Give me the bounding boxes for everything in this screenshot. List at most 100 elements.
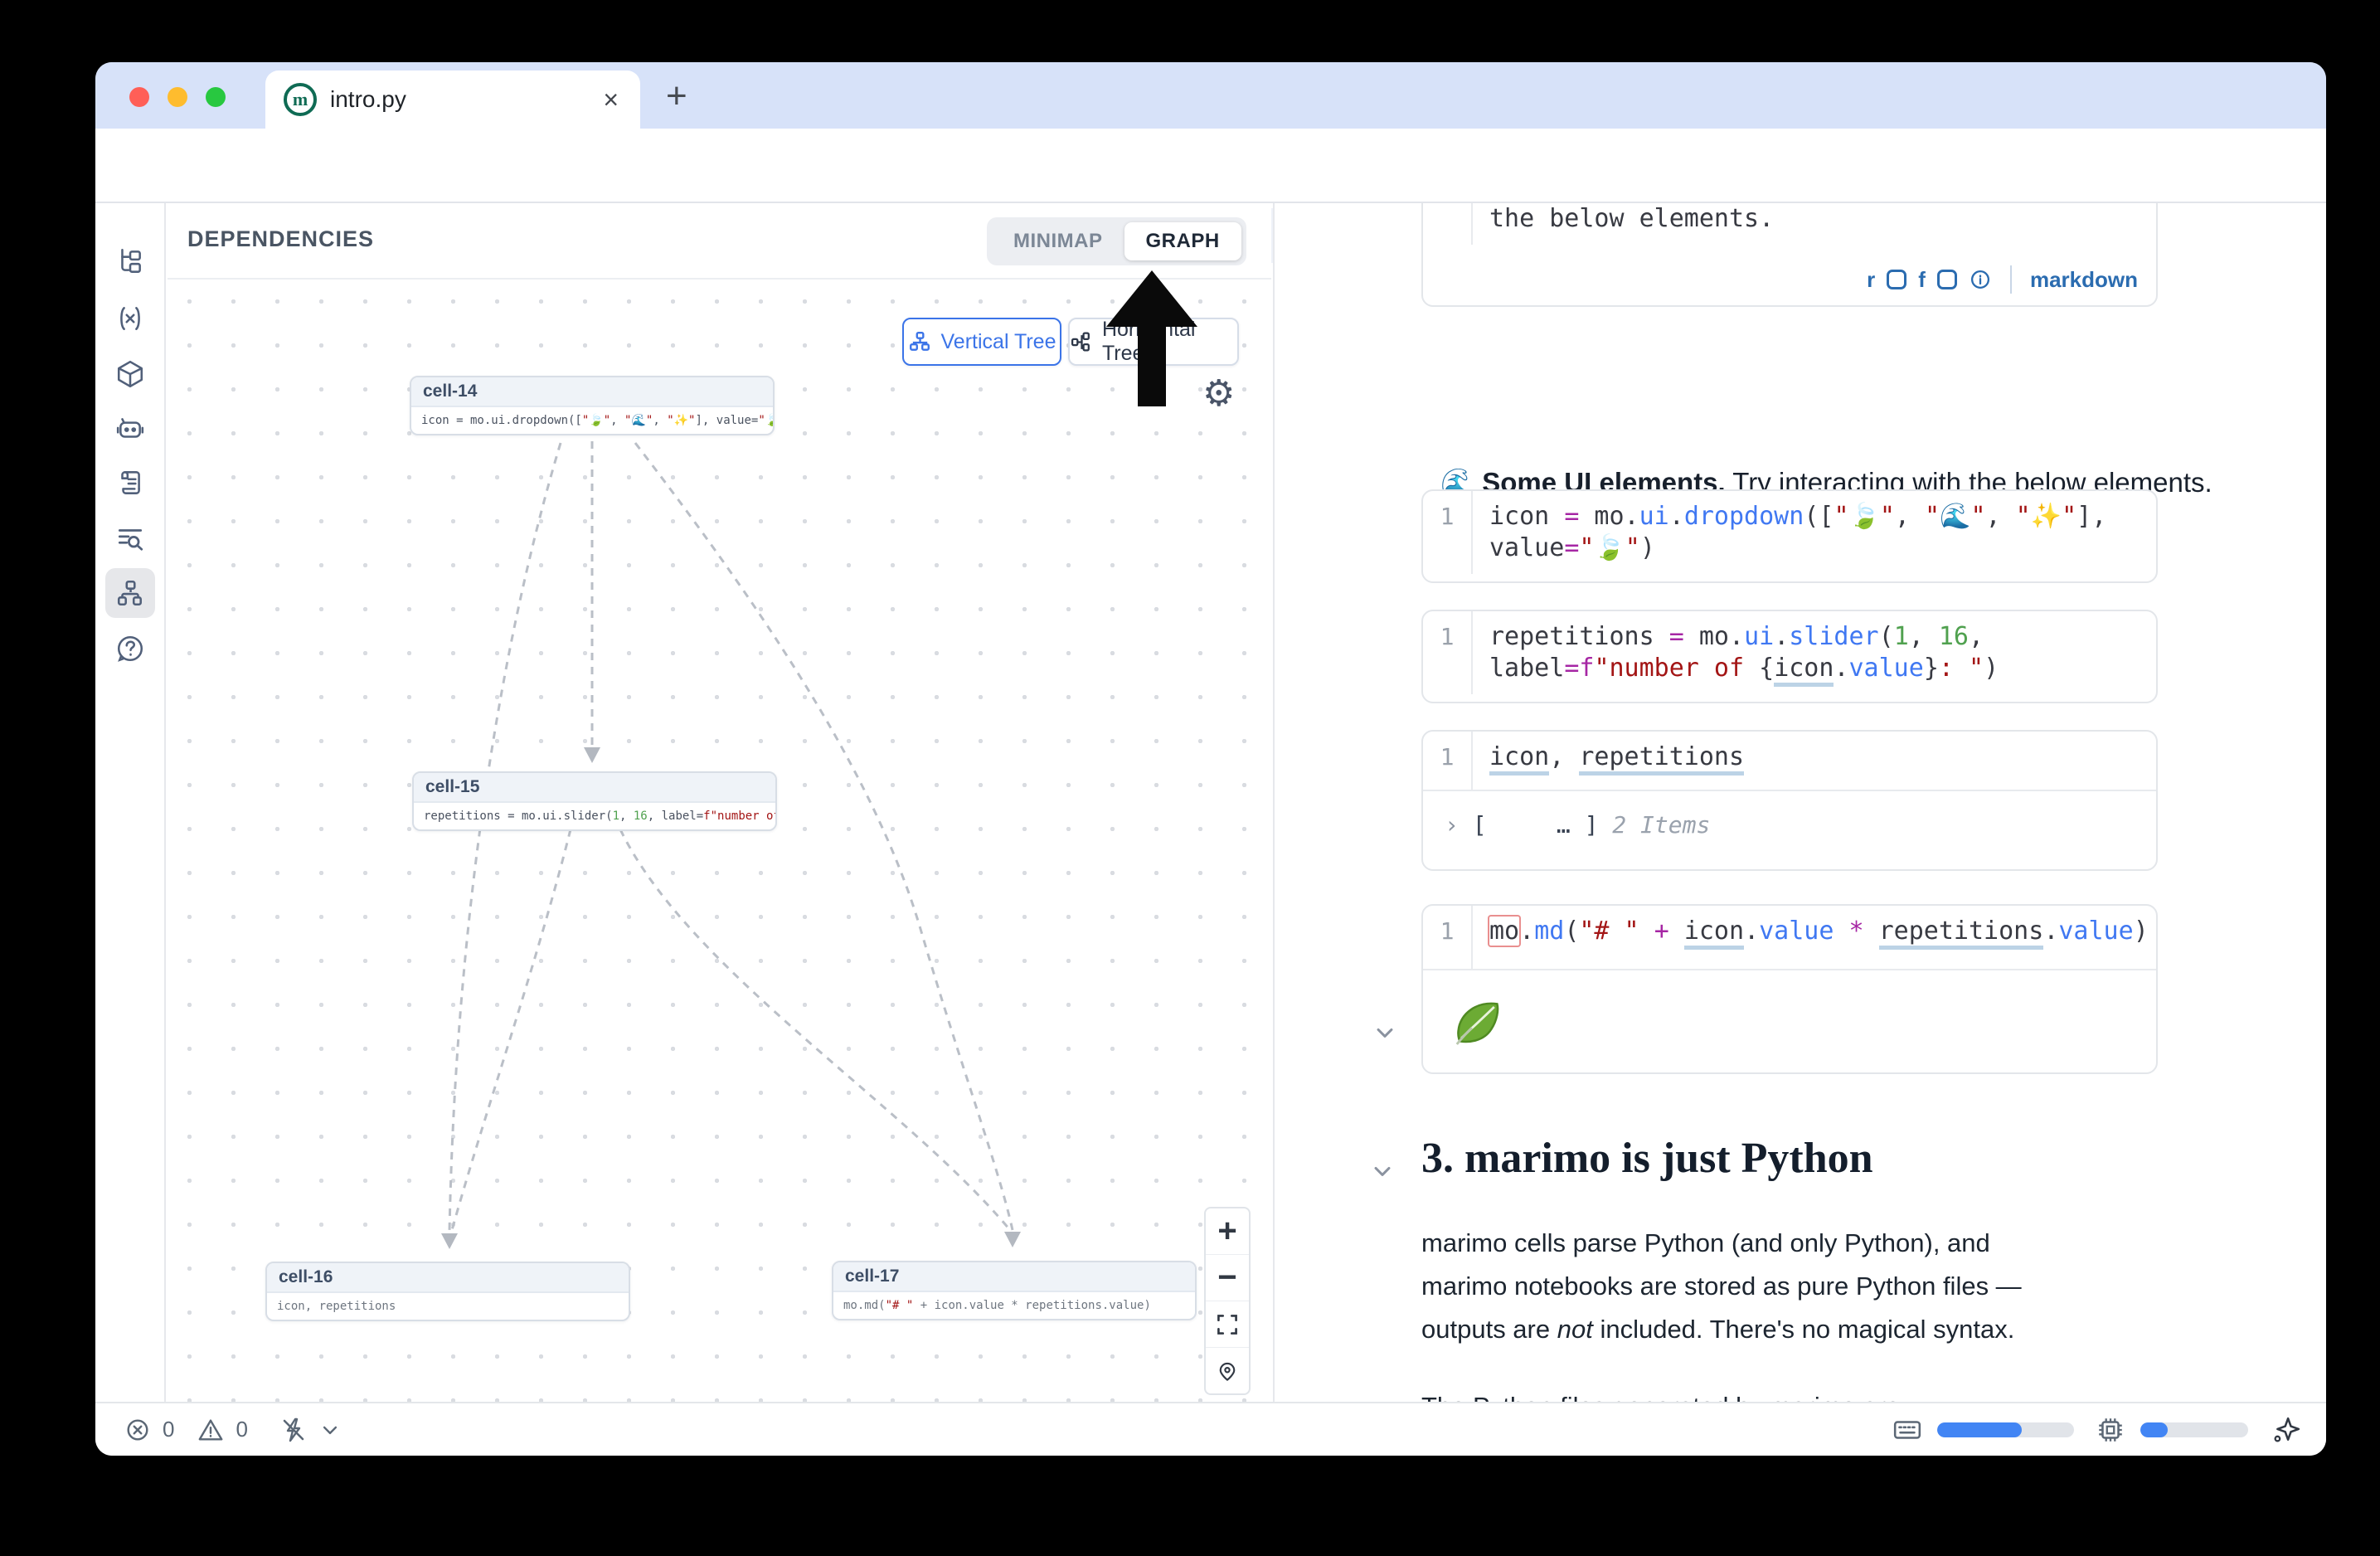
slider-code-cell[interactable]: 1 repetitions = mo.ui.slider(1, 16, labe…	[1421, 610, 2158, 703]
zoom-in-button[interactable]: +	[1206, 1208, 1249, 1255]
zoom-out-button[interactable]: −	[1206, 1255, 1249, 1301]
r-checkbox[interactable]	[1887, 270, 1906, 289]
line-number: 1	[1423, 906, 1473, 969]
pointer-arrow-head	[1106, 270, 1197, 327]
node-title: cell-17	[833, 1262, 1195, 1292]
vertical-tree-label: Vertical Tree	[941, 330, 1056, 354]
memory-usage-bar	[1937, 1422, 2074, 1437]
help-icon	[115, 634, 145, 664]
info-icon[interactable]	[1969, 268, 1992, 291]
node-code: mo.md("# " + icon.value * repetitions.va…	[833, 1292, 1195, 1319]
pin-icon	[1216, 1359, 1239, 1383]
graph-node-cell-16[interactable]: cell-16 icon, repetitions	[265, 1262, 630, 1321]
browser-tab[interactable]: m intro.py ×	[265, 71, 640, 129]
cell-code[interactable]: icon, repetitions	[1473, 732, 1744, 790]
sidebar-item-snippets[interactable]	[105, 458, 155, 508]
line-number: 1	[1423, 611, 1473, 694]
sidebar-item-variables[interactable]	[105, 294, 155, 343]
package-cube-icon	[115, 359, 145, 389]
notebook-pane: 1 ""🌊 Some UI elements.** Try interactin…	[1273, 203, 2326, 1402]
cell-code[interactable]: repetitions = mo.ui.slider(1, 16, label=…	[1473, 611, 1999, 694]
dependencies-header: DEPENDENCIES MINIMAP GRAPH ×	[168, 203, 1271, 280]
sidebar-item-file-explorer[interactable]	[105, 236, 155, 286]
md-code-cell[interactable]: 1 mo.md("# " + icon.value * repetitions.…	[1421, 904, 2158, 1074]
footer-separator	[2010, 265, 2012, 294]
disconnected-icon[interactable]	[279, 1416, 308, 1444]
dependency-graph-canvas[interactable]: cell-14 icon = mo.ui.dropdown(["🍃", "🌊",…	[168, 280, 1271, 1402]
memory-usage-fill	[1937, 1422, 2022, 1437]
desktop: m intro.py × + localhost:2718 Guest ⋮	[0, 0, 2380, 1556]
md-output	[1423, 969, 2156, 1074]
new-tab-button[interactable]: +	[666, 75, 687, 117]
node-title: cell-15	[414, 773, 775, 803]
sidebar-item-logs-search[interactable]	[105, 513, 155, 563]
view-toggle: MINIMAP GRAPH	[987, 217, 1246, 265]
tab-close-icon[interactable]: ×	[603, 86, 619, 113]
graph-edges	[168, 280, 1271, 1402]
browser-tab-strip: m intro.py × +	[95, 62, 2326, 129]
chevron-down-icon[interactable]	[319, 1419, 341, 1441]
node-code: icon = mo.ui.dropdown(["🍃", "🌊", "✨"], v…	[411, 407, 773, 434]
section-chevron-icon[interactable]	[1370, 1159, 1395, 1184]
warnings-icon[interactable]	[197, 1417, 224, 1443]
line-number: 1	[1423, 203, 1473, 245]
list-search-icon	[115, 523, 145, 553]
file-tree-icon	[115, 246, 145, 276]
marimo-favicon: m	[284, 83, 317, 116]
ai-sparkle-icon[interactable]	[2271, 1415, 2301, 1445]
pin-button[interactable]	[1206, 1348, 1249, 1393]
line-number: 1	[1423, 732, 1473, 790]
status-bar: 0 0	[95, 1402, 2326, 1456]
tab-minimap[interactable]: MINIMAP	[992, 230, 1124, 253]
sidebar-item-help[interactable]	[105, 624, 155, 673]
sidebar-item-packages[interactable]	[105, 349, 155, 399]
robot-icon	[115, 414, 145, 444]
f-toggle-label[interactable]: f	[1918, 267, 1926, 293]
cell-code[interactable]: mo.md("# " + icon.value * repetitions.va…	[1473, 906, 2149, 969]
horizontal-tree-icon	[1070, 330, 1092, 353]
line-number: 1	[1423, 491, 1473, 574]
minimize-window-button[interactable]	[168, 87, 187, 107]
errors-icon[interactable]	[124, 1417, 151, 1443]
markdown-editor-cell[interactable]: 1 ""🌊 Some UI elements.** Try interactin…	[1421, 203, 2158, 307]
cpu-usage-bar	[2140, 1422, 2248, 1437]
graph-node-cell-17[interactable]: cell-17 mo.md("# " + icon.value * repeti…	[832, 1261, 1197, 1320]
section-paragraph-1: marimo cells parse Python (and only Pyth…	[1421, 1222, 2052, 1351]
dropdown-code-cell[interactable]: 1 icon = mo.ui.dropdown(["🍃", "🌊", "✨"],…	[1421, 489, 2158, 583]
section-heading: 3. marimo is just Python	[1421, 1134, 1873, 1183]
warning-count: 0	[236, 1417, 247, 1442]
maximize-window-button[interactable]	[206, 87, 226, 107]
language-label[interactable]: markdown	[2030, 267, 2138, 293]
variables-icon	[115, 304, 145, 333]
error-count: 0	[163, 1417, 174, 1442]
collapse-chevron-icon[interactable]	[1372, 1020, 1397, 1045]
fit-view-icon	[1215, 1312, 1240, 1337]
tuple-output-text: › [ … ] 2 Items	[1423, 791, 2156, 851]
vertical-tree-button[interactable]: Vertical Tree	[902, 318, 1061, 366]
cell-footer: r f markdown	[1867, 265, 2138, 294]
sidebar-item-ai-chat[interactable]	[105, 404, 155, 454]
graph-node-cell-15[interactable]: cell-15 repetitions = mo.ui.slider(1, 16…	[412, 771, 777, 831]
sidebar-item-dependencies[interactable]	[105, 568, 155, 618]
close-window-button[interactable]	[129, 87, 149, 107]
dependency-graph-icon	[115, 578, 145, 608]
tuple-code-cell[interactable]: 1 icon, repetitions › [ … ] 2 Items	[1421, 730, 2158, 871]
cell-code[interactable]: icon = mo.ui.dropdown(["🍃", "🌊", "✨"], v…	[1473, 491, 2106, 574]
scroll-icon	[115, 468, 145, 498]
node-code: icon, repetitions	[267, 1293, 629, 1320]
tab-graph[interactable]: GRAPH	[1124, 222, 1241, 260]
f-checkbox[interactable]	[1937, 270, 1957, 289]
graph-node-cell-14[interactable]: cell-14 icon = mo.ui.dropdown(["🍃", "🌊",…	[410, 376, 775, 435]
browser-toolbar: localhost:2718 Guest ⋮	[95, 129, 2326, 203]
fit-view-button[interactable]	[1206, 1301, 1249, 1348]
memory-icon[interactable]	[1892, 1415, 1922, 1445]
r-toggle-label[interactable]: r	[1867, 267, 1875, 293]
graph-settings-gear-icon[interactable]: ⚙	[1202, 372, 1235, 415]
cell-code[interactable]: ""🌊 Some UI elements.** Try interacting …	[1473, 203, 2164, 245]
browser-window: m intro.py × + localhost:2718 Guest ⋮	[95, 62, 2326, 1456]
tab-title: intro.py	[330, 86, 406, 113]
node-title: cell-14	[411, 377, 773, 407]
tuple-output[interactable]: › [ … ] 2 Items	[1423, 790, 2156, 869]
cpu-icon[interactable]	[2096, 1415, 2125, 1445]
node-title: cell-16	[267, 1263, 629, 1293]
